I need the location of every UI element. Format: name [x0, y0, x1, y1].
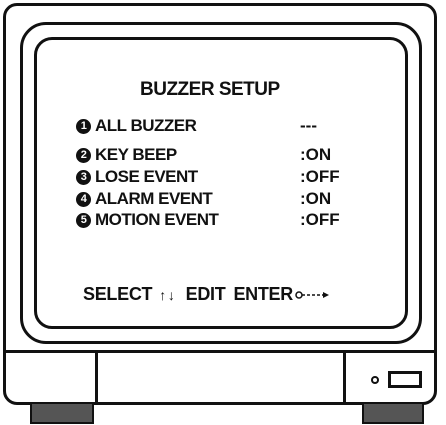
menu-item-value: :OFF: [300, 167, 340, 186]
menu-item-value: :ON: [300, 145, 332, 164]
edit-hint: EDIT: [185, 284, 226, 304]
menu-item-label: KEY BEEP: [95, 145, 177, 164]
menu-item-all-buzzer[interactable]: 1 ALL BUZZER: [76, 116, 197, 136]
up-down-arrows-icon: ↑ ↓: [158, 287, 175, 303]
up-arrow-icon: ↑: [159, 286, 166, 303]
menu-item-number: 2: [76, 147, 91, 163]
monitor-base-seam-right: [343, 350, 346, 402]
menu-item-label: ALL BUZZER: [95, 116, 197, 135]
monitor-foot-right: [362, 404, 424, 424]
menu-item-key-beep[interactable]: 2 KEY BEEP: [76, 145, 177, 165]
enter-arrow-icon: [295, 290, 329, 299]
menu-item-number: 4: [76, 191, 91, 207]
menu-item-alarm-event[interactable]: 4 ALARM EVENT: [76, 189, 213, 209]
menu-item-value: :OFF: [300, 210, 340, 229]
menu-item-lose-event[interactable]: 3 LOSE EVENT: [76, 167, 198, 187]
menu-item-label: MOTION EVENT: [95, 210, 219, 229]
menu-item-value: ---: [300, 116, 317, 135]
monitor-foot-left: [30, 404, 94, 424]
menu-item-number: 3: [76, 169, 91, 185]
monitor-base-divider: [4, 350, 436, 353]
menu-item-motion-event[interactable]: 5 MOTION EVENT: [76, 210, 219, 230]
menu-item-value: :ON: [300, 189, 332, 208]
indicator-led-icon: [371, 376, 379, 384]
menu-title: BUZZER SETUP: [140, 79, 280, 100]
menu-item-number: 5: [76, 212, 91, 228]
down-arrow-icon: ↓: [167, 286, 175, 303]
power-button[interactable]: [388, 371, 422, 388]
enter-hint: ENTER: [233, 284, 293, 304]
menu-item-number: 1: [76, 118, 91, 134]
select-hint: SELECT: [83, 284, 153, 304]
help-footer: SELECT ↑ ↓ EDIT ENTER: [83, 284, 331, 305]
menu-item-label: LOSE EVENT: [95, 167, 198, 186]
monitor-base-seam-left: [95, 350, 98, 402]
menu-item-label: ALARM EVENT: [95, 189, 213, 208]
